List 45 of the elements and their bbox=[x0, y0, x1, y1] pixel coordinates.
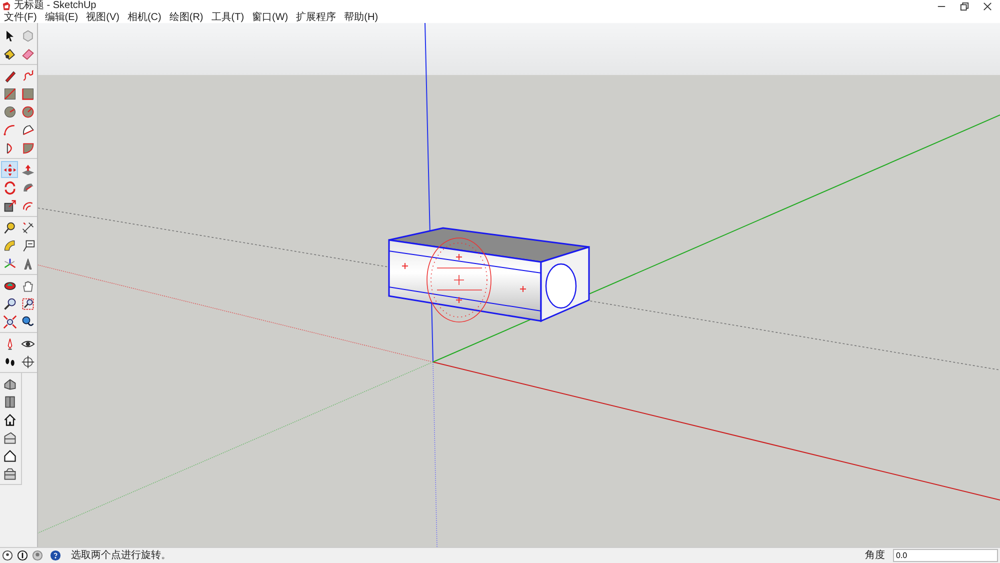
pie-icon bbox=[20, 122, 34, 136]
menu-item[interactable]: 文件(F) bbox=[2, 12, 39, 22]
info-icon[interactable] bbox=[17, 550, 28, 561]
measurement-label: 角度 bbox=[865, 548, 885, 563]
measurement-field[interactable]: 0.0 bbox=[893, 549, 998, 562]
hand-icon bbox=[20, 278, 34, 292]
close-icon[interactable] bbox=[983, 2, 992, 10]
zoom-extents-icon bbox=[2, 314, 16, 328]
tool-button[interactable] bbox=[1, 313, 18, 330]
rectangle-icon bbox=[20, 86, 34, 100]
zoom-icon bbox=[2, 296, 16, 310]
text-label-icon bbox=[20, 238, 34, 252]
restore-icon[interactable] bbox=[960, 2, 969, 10]
menu-item[interactable]: 绘图(R) bbox=[167, 12, 206, 22]
menu-item[interactable]: 工具(T) bbox=[209, 12, 246, 22]
status-message: 选取两个点进行旋转。 bbox=[71, 548, 171, 563]
zoom-window-icon bbox=[20, 296, 34, 310]
scale-icon bbox=[2, 198, 16, 212]
axes-icon bbox=[2, 256, 16, 270]
user-icon[interactable] bbox=[32, 550, 43, 561]
pie-icon bbox=[20, 140, 34, 154]
squiggle-icon bbox=[20, 68, 34, 82]
tool-button[interactable] bbox=[19, 353, 36, 370]
menu-item[interactable]: 扩展程序 bbox=[294, 12, 338, 22]
protractor-icon bbox=[2, 238, 16, 252]
model-drawing[interactable] bbox=[388, 227, 590, 322]
push-pull-icon bbox=[20, 162, 34, 176]
tape-measure-icon bbox=[2, 220, 16, 234]
dimension-icon bbox=[20, 220, 34, 234]
geo-location-icon[interactable] bbox=[2, 550, 13, 561]
rectangle-icon bbox=[2, 86, 16, 100]
help-icon[interactable] bbox=[50, 550, 61, 561]
menu-item[interactable]: 编辑(E) bbox=[42, 12, 80, 22]
cube-icon bbox=[20, 28, 34, 42]
menu-item[interactable]: 帮助(H) bbox=[342, 12, 380, 22]
pencil-icon bbox=[2, 68, 16, 82]
move-icon bbox=[2, 162, 16, 176]
arc-icon bbox=[2, 122, 16, 136]
rotate-icon bbox=[2, 180, 16, 194]
window-title: 无标题 - SketchUp bbox=[14, 1, 96, 11]
circle-icon bbox=[2, 104, 16, 118]
eraser-icon bbox=[20, 46, 34, 60]
menu-item[interactable]: 窗口(W) bbox=[250, 12, 290, 22]
menu-item[interactable]: 相机(C) bbox=[125, 12, 164, 22]
menu-item[interactable]: 视图(V) bbox=[84, 12, 122, 22]
